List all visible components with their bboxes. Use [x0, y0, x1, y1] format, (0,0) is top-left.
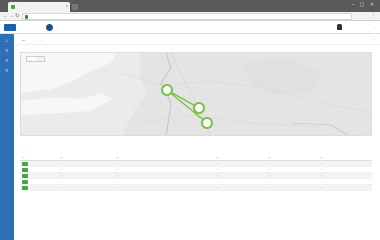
page-actions[interactable]: ...	[373, 37, 376, 41]
menu-icon[interactable]: ≡	[3, 58, 11, 64]
status-badge: ...	[22, 173, 29, 178]
app-header: ... ... ... ...	[0, 21, 380, 34]
map-city-label: ...	[133, 103, 136, 107]
map-pin-icon[interactable]	[201, 117, 213, 129]
table-cell: ...	[318, 184, 372, 191]
menu-icon[interactable]: ≡	[3, 68, 11, 74]
browser-menu-icon[interactable]: ⋮	[371, 13, 376, 19]
table-row[interactable]: ... ... ... ... ... ...	[20, 184, 372, 191]
map-attribution[interactable]: ...	[366, 132, 368, 134]
table-section-label: ...	[22, 148, 25, 152]
divider	[14, 44, 380, 45]
data-table: ... ... ... ... ... ... ... ... ... ... …	[20, 154, 372, 191]
sidebar: ⌂ ≡ ≡ ≡	[0, 34, 14, 240]
menu-icon[interactable]: ≡	[3, 48, 11, 54]
user-label[interactable]: ...	[373, 25, 376, 29]
main-content: ... ... ... ... ... ... ... ... ... ... …	[14, 34, 380, 240]
page-subtitle: ...	[39, 37, 43, 42]
browser-tabstrip: ... × – ▢ ✕	[0, 0, 380, 12]
new-tab-button[interactable]	[72, 4, 78, 10]
status-badge: ...	[22, 185, 29, 190]
status-badge: ...	[22, 167, 29, 172]
map-canvas	[21, 53, 371, 135]
map-toggle-option[interactable]: ...	[35, 57, 45, 62]
address-bar: ← → ↻ ... ⋮	[0, 12, 380, 21]
page-title: ...	[22, 37, 26, 42]
table-cell: ...	[214, 184, 266, 191]
logo-text: ...	[5, 30, 7, 32]
forward-icon[interactable]: →	[9, 13, 14, 19]
lock-icon	[25, 15, 28, 19]
close-tab-icon[interactable]: ×	[66, 3, 68, 8]
url-input[interactable]: ...	[22, 13, 352, 20]
status-badge: ...	[22, 179, 29, 184]
browser-tab[interactable]: ... ×	[8, 2, 70, 12]
user-icon[interactable]	[337, 24, 342, 30]
org-line-2: ...	[56, 28, 59, 32]
map-pin-icon[interactable]	[161, 84, 173, 96]
map[interactable]: ... ... ... ... ... ...	[20, 52, 372, 136]
back-icon[interactable]: ←	[3, 13, 8, 19]
favicon-icon	[11, 5, 15, 9]
table-cell: ...	[114, 184, 214, 191]
map-toggle-option[interactable]: ...	[27, 57, 36, 62]
status-badge: ...	[22, 161, 29, 166]
table-cell: ...	[58, 184, 114, 191]
url-text: ...	[30, 15, 33, 19]
table-cell: ...	[266, 184, 318, 191]
map-city-label: ...	[317, 125, 320, 129]
org-label: ... ...	[56, 24, 59, 32]
home-icon[interactable]: ⌂	[3, 38, 11, 44]
map-pin-icon[interactable]	[193, 102, 205, 114]
map-section-label: ...	[22, 46, 25, 50]
map-type-toggle[interactable]: ... ...	[26, 56, 46, 62]
window-controls[interactable]: – ▢ ✕	[352, 2, 376, 8]
reload-icon[interactable]: ↻	[15, 13, 19, 19]
map-city-label: ...	[149, 61, 152, 65]
table-cell: ...	[20, 184, 58, 191]
org-avatar[interactable]	[46, 24, 53, 31]
tab-title: ...	[17, 3, 20, 7]
